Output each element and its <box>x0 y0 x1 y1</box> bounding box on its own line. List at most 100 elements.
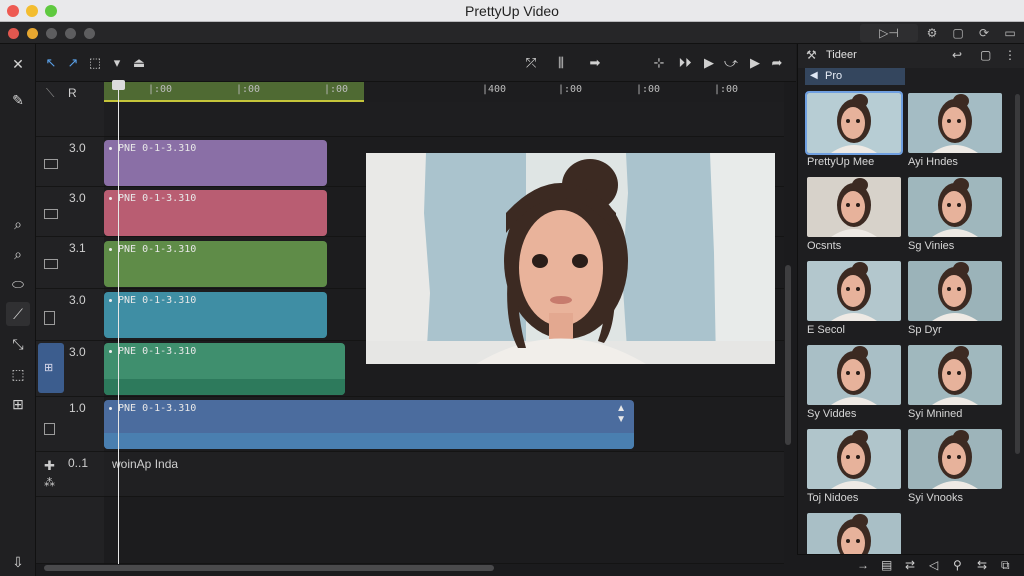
pencil-icon[interactable]: ✎ <box>6 88 30 112</box>
track-page-icon[interactable] <box>44 423 55 435</box>
cut-tool-icon[interactable]: ↗ <box>64 54 82 72</box>
close-icon[interactable]: ✕ <box>6 52 30 76</box>
pointer-tool-icon[interactable]: ↖ <box>42 54 60 72</box>
ruler-tick: |:00 <box>558 84 583 95</box>
eraser-icon[interactable]: ⬭ <box>6 272 30 296</box>
track-settings-icon[interactable]: ⁂ <box>44 476 55 489</box>
media-panel-header: ⚒ Tideer ↩ ▢ ⋮ <box>798 44 1024 68</box>
style-thumbnail[interactable] <box>908 177 1002 237</box>
app-dot-red[interactable] <box>8 28 19 39</box>
thumbnail-image <box>932 430 978 489</box>
track-number: 3.0 <box>69 191 86 205</box>
timeline-horizontal-scrollbar[interactable] <box>44 565 494 571</box>
ruler-tick: |:00 <box>324 84 349 95</box>
timeline-vertical-scrollbar[interactable] <box>785 265 791 445</box>
track-lane[interactable]: woinAp Inda <box>104 452 784 497</box>
crop-tool-icon[interactable]: ⬚ <box>86 54 104 72</box>
style-thumbnail[interactable] <box>807 429 901 489</box>
exchange-icon[interactable]: ⇆ <box>977 558 987 572</box>
playback-mode-button[interactable]: ▷⊣ <box>860 24 918 42</box>
track-video-icon[interactable] <box>44 259 58 269</box>
window-icon[interactable]: ▭ <box>1002 24 1018 42</box>
settings-icon[interactable]: ⚙ <box>924 24 940 42</box>
thumbnail-image <box>831 346 877 405</box>
style-thumbnail[interactable] <box>807 261 901 321</box>
ruler-tick: |:00 <box>636 84 661 95</box>
import-icon[interactable]: ⇩ <box>6 550 30 574</box>
layout-icon[interactable]: ▢ <box>950 24 966 42</box>
track-header: 3.0 <box>36 187 104 237</box>
pin-icon[interactable]: ⚲ <box>953 558 962 572</box>
snap-icon[interactable]: ⊹ <box>650 54 668 72</box>
add-track-icon[interactable]: ✚ <box>44 458 55 474</box>
timeline-clip[interactable]: PNE 0-1-3.310 <box>104 241 327 287</box>
export-tool-icon[interactable]: ⏏ <box>130 54 148 72</box>
track-video-icon[interactable] <box>44 159 58 169</box>
marker-tool-icon[interactable]: ▾ <box>108 54 126 72</box>
style-thumbnail[interactable] <box>807 345 901 405</box>
ruler-label: R <box>68 86 77 100</box>
play-next-icon[interactable]: ▶ <box>746 54 764 72</box>
resize-icon[interactable]: ⤡ <box>6 332 30 356</box>
forward-arrow-icon[interactable]: → <box>857 558 869 572</box>
app-dot-gray[interactable] <box>65 28 76 39</box>
levels-icon[interactable]: ⫼ <box>552 54 570 72</box>
brush-icon[interactable]: ⟋ <box>6 302 30 326</box>
style-thumbnail[interactable] <box>908 429 1002 489</box>
timeline-clip[interactable]: PNE 0-1-3.310 <box>104 140 327 186</box>
panel-scrollbar[interactable] <box>1015 94 1020 454</box>
select-icon[interactable]: ⬚ <box>6 362 30 386</box>
thumbnail-label: Ocsnts <box>807 240 842 252</box>
app-dot-orange[interactable] <box>27 28 38 39</box>
track-title: woinAp Inda <box>112 457 179 471</box>
subtab-pro[interactable]: ◀ Pro <box>805 68 905 85</box>
playhead-handle[interactable] <box>112 80 125 90</box>
thumbnail-image <box>932 346 978 405</box>
track-video-icon[interactable] <box>44 209 58 219</box>
timeline-clip[interactable]: PNE 0-1-3.310 <box>104 190 327 236</box>
video-preview[interactable] <box>366 153 775 364</box>
timeline-clip[interactable]: PNE 0-1-3.310 <box>104 343 345 395</box>
style-thumbnail[interactable] <box>908 93 1002 153</box>
playhead-line[interactable] <box>118 82 119 564</box>
ruler-link-icon[interactable]: ⟍ <box>46 86 54 101</box>
track-number: 3.1 <box>69 241 86 255</box>
refresh-icon[interactable]: ⟳ <box>976 24 992 42</box>
timeline-clip[interactable]: PNE 0-1-3.310 <box>104 292 327 338</box>
timeline-ruler[interactable]: |:00 |:00 |:00 |400 |:00 |:00 |:00 <box>104 82 784 102</box>
zoom-icon[interactable]: ⌕ <box>6 242 30 266</box>
clip-label: PNE 0-1-3.310 <box>118 193 197 204</box>
play-icon[interactable]: ▶ <box>700 54 718 72</box>
style-thumbnail[interactable] <box>807 177 901 237</box>
previous-icon[interactable]: ◁ <box>929 558 938 572</box>
square-icon[interactable]: ▢ <box>980 48 991 62</box>
track-number: 1.0 <box>69 401 86 415</box>
track-page-icon[interactable] <box>44 311 55 325</box>
list-icon[interactable]: ▤ <box>881 558 892 572</box>
forward-icon[interactable]: ➡ <box>586 54 604 72</box>
style-thumbnail[interactable] <box>805 91 903 155</box>
search-icon[interactable]: ⌕ <box>6 212 30 236</box>
clip-label: PNE 0-1-3.310 <box>118 295 197 306</box>
share-icon[interactable]: ⤱ <box>522 54 540 72</box>
app-dot-gray[interactable] <box>84 28 95 39</box>
tools-icon[interactable]: ⚒ <box>806 48 817 62</box>
app-dot-gray[interactable] <box>46 28 57 39</box>
subtab-label: Pro <box>825 70 843 82</box>
back-icon[interactable]: ↩ <box>952 48 962 62</box>
swap-icon[interactable]: ⇄ <box>905 558 915 572</box>
thumbnail-label: PrettyUp Mee <box>807 156 875 168</box>
grid-icon[interactable]: ⊞ <box>6 392 30 416</box>
thumbnail-label: Toj Nidoes <box>807 492 859 504</box>
timeline-clip[interactable]: PNE 0-1-3.310 ▲ ▼ <box>104 400 634 449</box>
panel-tab-title[interactable]: Tideer <box>826 49 857 61</box>
loop-icon[interactable]: ⤻ <box>722 54 740 72</box>
style-thumbnail[interactable] <box>908 261 1002 321</box>
step-forward-icon[interactable]: ⏵⏵ <box>674 54 696 72</box>
style-thumbnail[interactable] <box>908 345 1002 405</box>
clip-stepper-icon[interactable]: ▲ ▼ <box>616 403 626 425</box>
clip-label: PNE 0-1-3.310 <box>118 346 197 357</box>
duplicate-icon[interactable]: ⧉ <box>1001 558 1010 573</box>
more-icon[interactable]: ⋮ <box>1004 48 1016 62</box>
redirect-icon[interactable]: ➦ <box>768 54 786 72</box>
